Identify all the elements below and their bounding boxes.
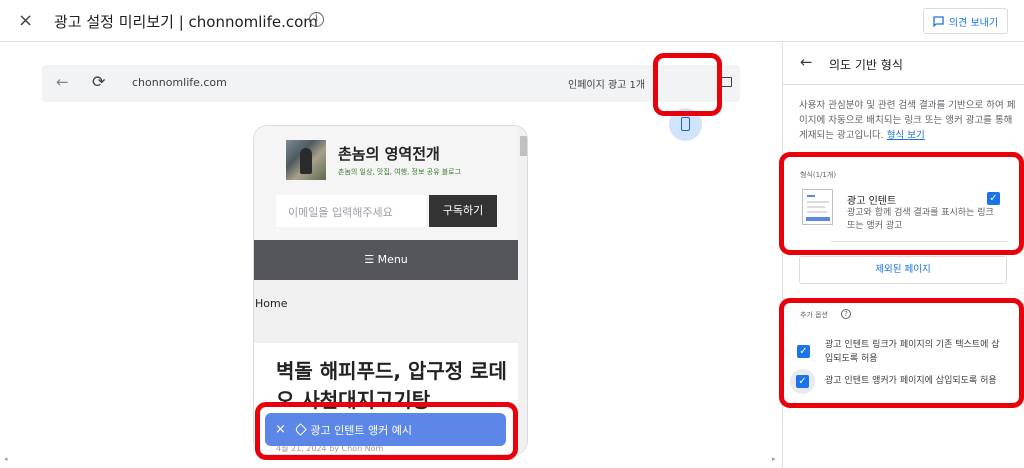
highlight-format-card <box>779 152 1024 255</box>
url-text: chonnomlife.com <box>132 76 227 89</box>
send-feedback-button[interactable]: 의견 보내기 <box>923 8 1008 34</box>
blog-avatar-image <box>286 140 326 180</box>
panel-header: ← 의도 기반 형식 <box>783 43 1024 85</box>
ad-count-text: 인페이지 광고 1개 <box>568 80 646 91</box>
panel-title: 의도 기반 형식 <box>829 58 903 72</box>
reload-icon[interactable]: ⟳ <box>92 72 105 91</box>
blog-subtitle: 촌놈의 일상, 맛집, 여행, 정보 공유 블로그 <box>338 168 462 176</box>
highlight-ad-bar <box>255 402 518 460</box>
phone-scrollbar[interactable] <box>518 126 527 454</box>
highlight-extra-options <box>779 298 1024 408</box>
scrollbar-thumb[interactable] <box>520 136 527 156</box>
site-header: 촌놈의 영역전개 촌놈의 일상, 맛집, 여행, 정보 공유 블로그 이메일을 … <box>254 126 518 244</box>
highlight-mobile-button <box>653 53 722 116</box>
close-icon[interactable]: × <box>18 10 33 31</box>
phone-icon <box>681 117 690 131</box>
excluded-pages-button[interactable]: 제외된 페이지 <box>799 256 1007 284</box>
subscribe-button[interactable]: 구독하기 <box>429 195 497 227</box>
send-feedback-label: 의견 보내기 <box>948 17 999 29</box>
scroll-left-icon[interactable]: ◂ <box>4 455 8 463</box>
browser-bar: ← ⟳ chonnomlife.com 인페이지 광고 1개 <box>42 65 740 102</box>
back-arrow-icon[interactable]: ← <box>56 73 69 91</box>
back-arrow-icon[interactable]: ← <box>800 53 813 71</box>
blog-title[interactable]: 촌놈의 영역전개 <box>338 143 440 164</box>
menu-bar[interactable]: ☰ Menu <box>254 240 518 280</box>
info-icon[interactable]: i <box>309 12 324 27</box>
breadcrumb[interactable]: Home <box>255 297 287 310</box>
scroll-right-icon[interactable]: ▸ <box>772 455 776 463</box>
view-formats-link[interactable]: 형식 보기 <box>887 130 925 141</box>
top-header: × 광고 설정 미리보기 | chonnomlife.com i 의견 보내기 <box>0 0 1024 42</box>
page-title: 광고 설정 미리보기 | chonnomlife.com <box>54 13 318 31</box>
feedback-icon <box>933 15 944 27</box>
email-input[interactable]: 이메일을 입력해주세요 <box>276 195 426 227</box>
panel-description: 사용자 관심분야 및 관련 검색 결과를 기반으로 하여 페이지에 자동으로 배… <box>799 98 1021 143</box>
